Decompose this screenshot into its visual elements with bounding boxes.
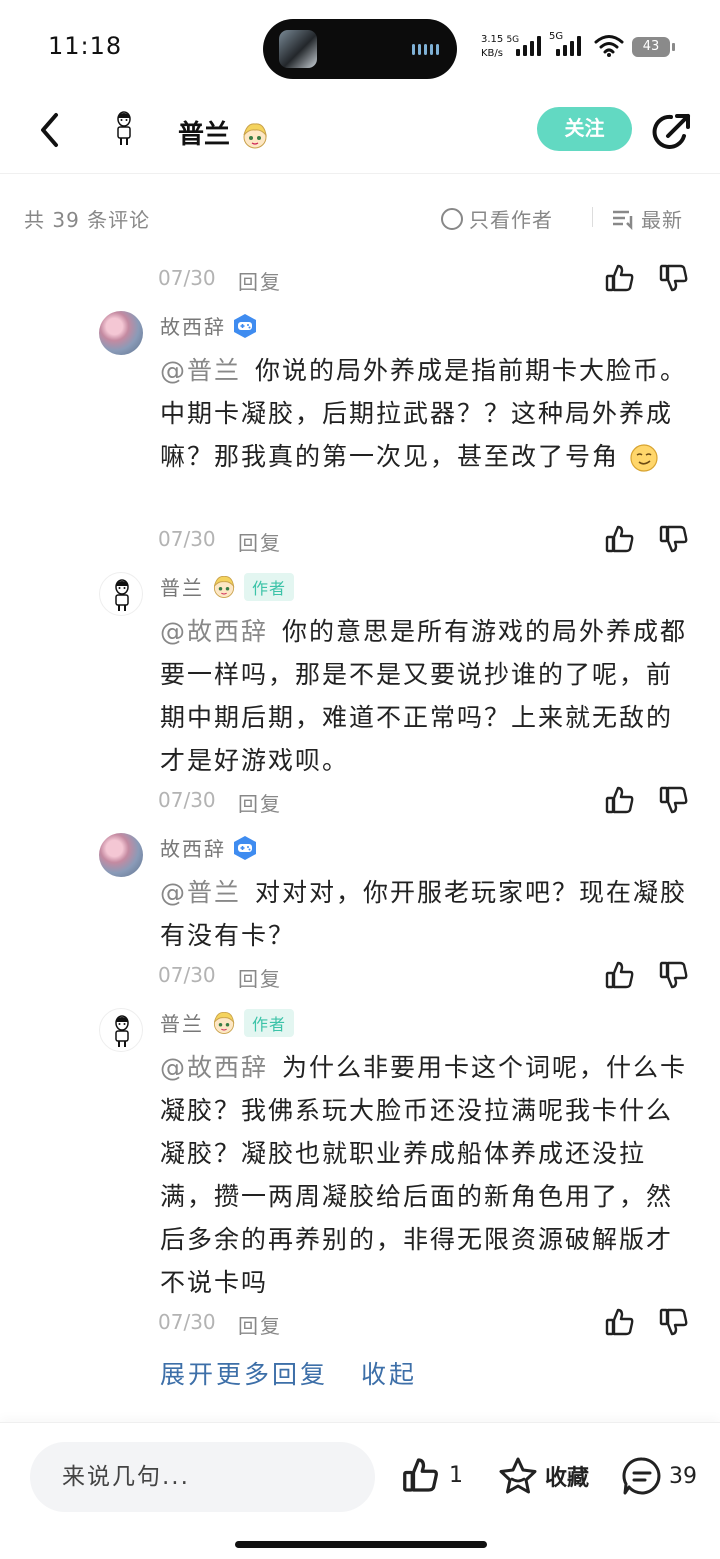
reply-text: @故西辞 为什么非要用卡这个词呢，什么卡凝胶？我佛系玩大脸币还没拉满呢我卡什么凝胶…: [160, 1053, 688, 1297]
mention-link[interactable]: @故西辞: [160, 1053, 268, 1082]
thumbs-up-icon[interactable]: [604, 523, 636, 555]
thumbs-down-icon[interactable]: [658, 959, 690, 991]
back-button[interactable]: [30, 110, 70, 150]
comment-meta: 07/30 回复: [158, 784, 698, 818]
reply-text: @普兰 对对对，你开服老玩家吧？现在凝胶有没有卡？: [160, 878, 688, 950]
star-icon: [499, 1457, 537, 1494]
comment-date: 07/30: [158, 266, 216, 290]
status-bar: 11:18 3.15 5G KB/s 5G 43: [0, 0, 720, 96]
stick-figure-avatar-icon: [100, 573, 143, 616]
reply-author[interactable]: 普兰 作者: [160, 1008, 295, 1037]
comment-count-badge: 39: [669, 1463, 697, 1489]
signal-icon: [556, 36, 581, 56]
author-only-toggle[interactable]: 只看作者: [441, 204, 553, 233]
expand-row: 展开更多回复 收起: [160, 1355, 417, 1391]
reply-text: @普兰 你说的局外养成是指前期卡大脸币。中期卡凝胶，后期拉武器？？这种局外养成嘛？…: [160, 356, 688, 472]
comment-meta: 07/30 回复: [158, 1306, 698, 1340]
home-indicator[interactable]: [235, 1541, 487, 1548]
follow-button[interactable]: 关注: [537, 107, 632, 151]
sort-button[interactable]: 最新: [611, 204, 683, 233]
mention-link[interactable]: @普兰: [160, 878, 241, 907]
collapse-link[interactable]: 收起: [361, 1360, 417, 1389]
signal-icon: [516, 36, 541, 56]
reply-button[interactable]: 回复: [238, 788, 282, 817]
reply-button[interactable]: 回复: [238, 266, 282, 295]
comment-date: 07/30: [158, 527, 216, 551]
thumbs-up-icon: [403, 1458, 438, 1492]
comment-date: 07/30: [158, 1310, 216, 1334]
chevron-left-icon: [41, 113, 58, 147]
sort-list-icon: [613, 210, 633, 230]
mention-link[interactable]: @故西辞: [160, 617, 268, 646]
avatar[interactable]: [99, 572, 143, 616]
avatar[interactable]: [99, 311, 143, 355]
comment-date: 07/30: [158, 788, 216, 812]
comment-meta: 07/30 回复: [158, 262, 698, 296]
reply-button[interactable]: 回复: [238, 527, 282, 556]
thumbs-up-icon[interactable]: [604, 784, 636, 816]
author-tag: 作者: [244, 572, 295, 601]
comment-count: 共 39 条评论: [24, 208, 151, 232]
thumbs-down-icon[interactable]: [658, 262, 690, 294]
comment-bubble-icon: [622, 1457, 661, 1495]
bottom-action-bar: 来说几句... 1 收藏 39: [0, 1422, 720, 1559]
avatar[interactable]: [99, 1008, 143, 1052]
cartoon-girl-emoji-icon: [243, 122, 267, 148]
share-button[interactable]: [650, 110, 694, 154]
game-controller-badge-icon: [232, 313, 258, 339]
thumbs-down-icon[interactable]: [658, 523, 690, 555]
cartoon-girl-emoji-icon: [210, 1009, 238, 1037]
favorite-button[interactable]: 收藏: [497, 1455, 589, 1497]
dynamic-island[interactable]: [263, 19, 457, 79]
game-controller-badge-icon: [232, 835, 258, 861]
like-button[interactable]: 1: [401, 1455, 463, 1495]
avatar[interactable]: [99, 833, 143, 877]
thumbs-down-icon[interactable]: [658, 784, 690, 816]
author-tag: 作者: [244, 1008, 295, 1037]
avatar[interactable]: [104, 108, 144, 148]
thumbs-up-icon[interactable]: [604, 1306, 636, 1338]
battery-icon: 43: [632, 37, 675, 57]
comment-meta: 07/30 回复: [158, 959, 698, 993]
comments-button[interactable]: 39: [621, 1455, 697, 1497]
thumbs-up-icon[interactable]: [604, 959, 636, 991]
comment-date: 07/30: [158, 963, 216, 987]
post-header: 普兰 关注: [0, 96, 720, 174]
reply-author[interactable]: 故西辞: [160, 311, 258, 340]
cartoon-girl-emoji-icon: [210, 573, 238, 601]
share-icon: [652, 114, 690, 149]
reply-author[interactable]: 普兰 作者: [160, 572, 295, 601]
reply-button[interactable]: 回复: [238, 963, 282, 992]
smirk-emoji-icon: [630, 444, 658, 472]
like-count: 1: [449, 1462, 463, 1488]
thumbs-up-icon[interactable]: [604, 262, 636, 294]
mention-link[interactable]: @普兰: [160, 356, 241, 385]
stick-figure-avatar-icon: [100, 1009, 143, 1052]
comment-meta: 07/30 回复: [158, 523, 698, 557]
net-speed: 3.15 5G KB/s: [481, 34, 520, 59]
radio-icon: [441, 207, 463, 230]
wifi-icon: [594, 35, 624, 57]
reply-author[interactable]: 故西辞: [160, 833, 258, 862]
expand-more-replies-link[interactable]: 展开更多回复: [160, 1360, 328, 1389]
page-title[interactable]: 普兰: [178, 114, 271, 152]
media-thumbnail: [279, 30, 317, 68]
thumbs-down-icon[interactable]: [658, 1306, 690, 1338]
reply-button[interactable]: 回复: [238, 1310, 282, 1339]
status-time: 11:18: [48, 32, 123, 60]
divider: [592, 207, 593, 227]
reply-text: @故西辞 你的意思是所有游戏的局外养成都要一样吗，那是不是又要说抄谁的了呢，前期中…: [160, 617, 688, 775]
comments-toolbar: 共 39 条评论 只看作者 最新: [0, 192, 720, 242]
stick-figure-avatar-icon: [117, 111, 131, 145]
comment-input[interactable]: 来说几句...: [30, 1442, 375, 1512]
audio-wave-icon: [412, 44, 439, 55]
